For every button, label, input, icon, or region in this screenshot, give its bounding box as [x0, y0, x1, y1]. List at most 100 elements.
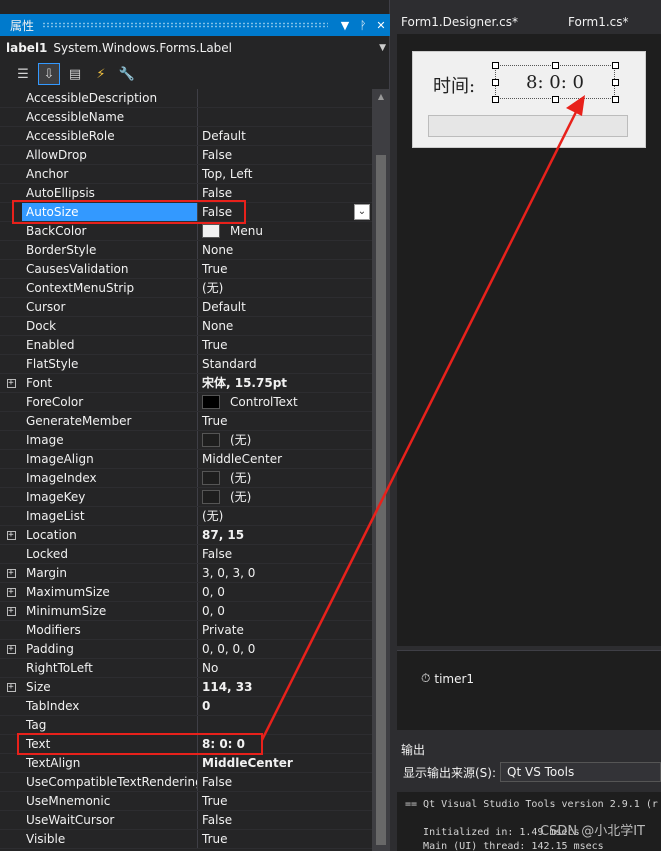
property-value[interactable]: Default	[198, 127, 372, 145]
property-value[interactable]: False	[198, 184, 372, 202]
property-value[interactable]: MiddleCenter	[198, 754, 372, 772]
expand-icon[interactable]: +	[6, 378, 16, 388]
expander[interactable]: +	[0, 564, 22, 582]
resize-handle[interactable]	[492, 62, 499, 69]
expand-icon[interactable]: +	[6, 587, 16, 597]
property-row[interactable]: ImageKey (无)	[0, 488, 372, 507]
property-value[interactable]: 0, 0	[198, 602, 372, 620]
form1-preview[interactable]: 时间: 8: 0: 0	[412, 51, 646, 148]
categorized-icon[interactable]: ☰	[12, 63, 34, 85]
property-value[interactable]: False	[198, 545, 372, 563]
property-row[interactable]: AutoEllipsis False	[0, 184, 372, 203]
time-caption-label[interactable]: 时间:	[433, 72, 475, 98]
resize-handle[interactable]	[612, 79, 619, 86]
property-row[interactable]: Image (无)	[0, 431, 372, 450]
scroll-up-icon[interactable]: ▲	[372, 89, 390, 105]
titlebar-grip[interactable]	[42, 22, 328, 28]
property-row[interactable]: Cursor Default	[0, 298, 372, 317]
property-row[interactable]: + Location 87, 15	[0, 526, 372, 545]
property-value[interactable]: (无)	[198, 431, 372, 449]
property-value[interactable]: True	[198, 830, 372, 848]
close-icon[interactable]: ✕	[372, 19, 390, 32]
property-value[interactable]: 0	[198, 697, 372, 715]
expand-icon[interactable]: +	[6, 644, 16, 654]
alphabetical-icon[interactable]: ⇩	[38, 63, 60, 85]
property-value[interactable]: Default	[198, 298, 372, 316]
property-value[interactable]: MiddleCenter	[198, 450, 372, 468]
property-row[interactable]: ForeColor ControlText	[0, 393, 372, 412]
property-row[interactable]: Tag	[0, 716, 372, 735]
tab-form1-cs[interactable]: Form1.cs*	[558, 10, 639, 34]
property-row[interactable]: + Padding 0, 0, 0, 0	[0, 640, 372, 659]
property-value[interactable]: 0, 0, 0, 0	[198, 640, 372, 658]
property-row[interactable]: TextAlign MiddleCenter	[0, 754, 372, 773]
resize-handle[interactable]	[492, 96, 499, 103]
events-icon[interactable]: ⚡	[90, 63, 112, 85]
expander[interactable]: +	[0, 640, 22, 658]
property-value[interactable]: 宋体, 15.75pt	[198, 374, 372, 392]
property-row[interactable]: RightToLeft No	[0, 659, 372, 678]
expander[interactable]: +	[0, 583, 22, 601]
property-row[interactable]: Modifiers Private	[0, 621, 372, 640]
property-value[interactable]: True	[198, 792, 372, 810]
property-grid-scrollbar[interactable]: ▲	[372, 89, 390, 851]
property-value[interactable]	[198, 89, 372, 107]
pin-icon[interactable]: ᚹ	[354, 19, 372, 32]
property-value[interactable]: (无)	[198, 469, 372, 487]
property-value[interactable]: 8: 0: 0	[198, 735, 372, 753]
chevron-down-icon[interactable]: ▼	[379, 43, 386, 53]
resize-handle[interactable]	[612, 96, 619, 103]
property-value[interactable]: (无)	[198, 279, 372, 297]
expand-icon[interactable]: +	[6, 682, 16, 692]
property-value[interactable]: False	[198, 773, 372, 791]
property-value[interactable]: True	[198, 260, 372, 278]
time-label[interactable]: 8: 0: 0	[495, 65, 615, 99]
property-value[interactable]: True	[198, 412, 372, 430]
property-value[interactable]: ControlText	[198, 393, 372, 411]
property-row[interactable]: + MinimumSize 0, 0	[0, 602, 372, 621]
wrench-icon[interactable]: 🔧	[116, 63, 138, 85]
property-value[interactable]: (无)	[198, 507, 372, 525]
expand-icon[interactable]: +	[6, 606, 16, 616]
property-row[interactable]: UseCompatibleTextRendering False	[0, 773, 372, 792]
property-value[interactable]: Standard	[198, 355, 372, 373]
property-row[interactable]: ImageAlign MiddleCenter	[0, 450, 372, 469]
property-value[interactable]: None	[198, 317, 372, 335]
property-row[interactable]: UseMnemonic True	[0, 792, 372, 811]
scrollbar-thumb[interactable]	[376, 155, 386, 845]
property-row[interactable]: ImageIndex (无)	[0, 469, 372, 488]
property-row[interactable]: CausesValidation True	[0, 260, 372, 279]
property-row[interactable]: Locked False	[0, 545, 372, 564]
object-selector[interactable]: label1 System.Windows.Forms.Label ▼	[6, 38, 386, 58]
property-value[interactable]	[198, 716, 372, 734]
expander[interactable]: +	[0, 602, 22, 620]
output-source-select[interactable]: Qt VS Tools	[500, 762, 661, 782]
property-value[interactable]: (无)	[198, 488, 372, 506]
property-row[interactable]: Visible True	[0, 830, 372, 849]
property-row[interactable]: + Size 114, 33	[0, 678, 372, 697]
property-row[interactable]: + MaximumSize 0, 0	[0, 583, 372, 602]
property-value[interactable]: True	[198, 336, 372, 354]
resize-handle[interactable]	[552, 62, 559, 69]
properties-icon[interactable]: ▤	[64, 63, 86, 85]
expand-icon[interactable]: +	[6, 530, 16, 540]
property-row[interactable]: AccessibleRole Default	[0, 127, 372, 146]
property-row[interactable]: TabIndex 0	[0, 697, 372, 716]
timer1-component[interactable]: ⏱ timer1	[421, 671, 474, 686]
property-value[interactable]: False	[198, 203, 372, 221]
expander[interactable]: +	[0, 374, 22, 392]
resize-handle[interactable]	[492, 79, 499, 86]
progress-bar[interactable]	[428, 115, 628, 137]
tab-form1-designer[interactable]: Form1.Designer.cs*	[391, 10, 528, 34]
property-row[interactable]: Text 8: 0: 0	[0, 735, 372, 754]
property-row[interactable]: BorderStyle None	[0, 241, 372, 260]
property-value[interactable]: None	[198, 241, 372, 259]
property-value[interactable]: Menu	[198, 222, 372, 240]
expand-icon[interactable]: +	[6, 568, 16, 578]
property-row[interactable]: + Margin 3, 0, 3, 0	[0, 564, 372, 583]
resize-handle[interactable]	[552, 96, 559, 103]
dropdown-icon[interactable]: ▼	[336, 19, 354, 32]
property-value[interactable]: False	[198, 811, 372, 829]
expander[interactable]: +	[0, 678, 22, 696]
property-row[interactable]: Enabled True	[0, 336, 372, 355]
